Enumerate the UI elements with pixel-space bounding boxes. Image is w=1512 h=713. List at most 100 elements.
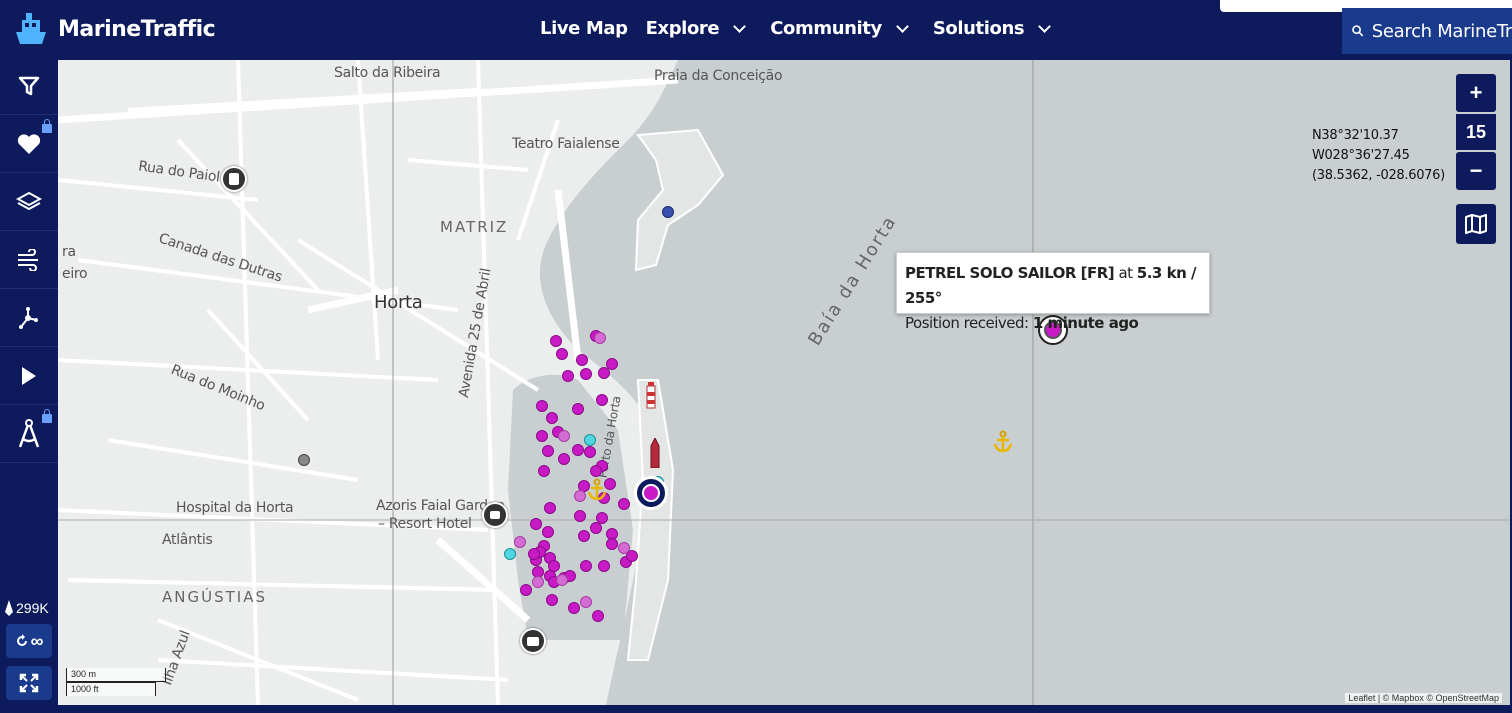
vessel-marker[interactable]	[546, 594, 558, 606]
label-angustias: ANGÚSTIAS	[162, 588, 267, 606]
filter-icon	[18, 76, 40, 96]
chevron-down-icon	[1038, 20, 1052, 33]
vessel-marker[interactable]	[530, 518, 542, 530]
poi-hotel-icon[interactable]	[482, 502, 508, 528]
vessel-marker[interactable]	[580, 560, 592, 572]
zoom-out-button[interactable]: −	[1456, 152, 1496, 190]
filter-button[interactable]	[0, 58, 58, 115]
vessel-marker[interactable]	[572, 444, 584, 456]
vessel-marker[interactable]	[542, 445, 554, 457]
vessel-marker[interactable]	[606, 538, 618, 550]
tooltip-at: at	[1118, 264, 1133, 282]
vessel-marker[interactable]	[556, 574, 568, 586]
vessel-marker[interactable]	[576, 354, 588, 366]
anchor-icon[interactable]	[992, 430, 1014, 454]
nav-community[interactable]: Community	[770, 18, 915, 39]
vessel-marker[interactable]	[542, 526, 554, 538]
route-icon	[19, 307, 38, 329]
vessel-marker[interactable]	[536, 430, 548, 442]
nav-solutions[interactable]: Solutions	[933, 18, 1057, 39]
layers-icon	[16, 191, 42, 211]
vessel-marker[interactable]	[572, 403, 584, 415]
vessel-marker[interactable]	[598, 367, 610, 379]
vessel-marker[interactable]	[662, 206, 674, 218]
vessel-marker[interactable]	[592, 610, 604, 622]
label-azoris-2: – Resort Hotel	[378, 516, 472, 532]
vessel-marker[interactable]	[520, 584, 532, 596]
vessel-marker[interactable]	[544, 502, 556, 514]
nav-community-label: Community	[770, 18, 882, 39]
vessel-marker[interactable]	[514, 536, 526, 548]
map-attribution[interactable]: Leaflet | © Mapbox © OpenStreetMap	[1345, 693, 1502, 703]
compass-icon	[18, 419, 40, 448]
playback-button[interactable]	[0, 348, 58, 405]
nav-live-map-label: Live Map	[540, 18, 628, 39]
vessel-marker[interactable]	[532, 576, 544, 588]
coord-lon: W028°36'27.45	[1312, 148, 1410, 163]
vessel-marker[interactable]	[550, 335, 562, 347]
vessel-marker[interactable]	[574, 510, 586, 522]
lock-icon	[42, 119, 52, 133]
port-icon[interactable]	[634, 476, 668, 510]
wind-icon	[18, 249, 38, 271]
scale-metric: 300 m	[66, 668, 166, 682]
label-atlantis: Atlântis	[162, 532, 213, 548]
weather-button[interactable]	[0, 232, 58, 289]
vessel-marker[interactable]	[556, 348, 568, 360]
vessel-marker[interactable]	[536, 400, 548, 412]
live-map[interactable]: Salto da Ribeira Praia da Conceição Teat…	[58, 60, 1510, 705]
vessel-count: 299K	[4, 600, 49, 616]
poi-shop-icon[interactable]	[520, 628, 546, 654]
cursor-coordinates: N38°32'10.37 W028°36'27.45 (38.5362, -02…	[1312, 126, 1445, 186]
route-button[interactable]	[0, 290, 58, 347]
top-navigation-bar: MarineTraffic Live Map Explore Community…	[0, 0, 1512, 58]
vessel-marker[interactable]	[546, 412, 558, 424]
vessel-marker[interactable]	[598, 560, 610, 572]
vessel-arrow-icon[interactable]	[650, 438, 660, 468]
vessel-marker[interactable]	[580, 596, 592, 608]
nav-live-map[interactable]: Live Map	[540, 18, 628, 39]
vessel-marker[interactable]	[558, 453, 570, 465]
vessel-marker[interactable]	[298, 454, 310, 466]
tooltip-vessel-name[interactable]: PETREL SOLO SAILOR [FR]	[905, 264, 1115, 282]
zoom-in-button[interactable]: +	[1456, 74, 1496, 112]
vessel-marker[interactable]	[548, 560, 560, 572]
vessel-marker[interactable]	[594, 332, 606, 344]
layers-button[interactable]	[0, 174, 58, 231]
vessel-marker[interactable]	[618, 498, 630, 510]
favorites-button[interactable]	[0, 116, 58, 173]
vessel-marker[interactable]	[504, 548, 516, 560]
search-input[interactable]: Search MarineTr	[1342, 8, 1512, 54]
measure-button[interactable]	[0, 406, 58, 463]
vessel-marker[interactable]	[528, 548, 540, 560]
map-type-button[interactable]	[1456, 204, 1496, 244]
anchor-icon[interactable]	[586, 478, 608, 502]
vessel-marker[interactable]	[562, 370, 574, 382]
vessel-marker[interactable]	[580, 368, 592, 380]
map-icon	[1465, 214, 1487, 234]
vessel-marker[interactable]	[538, 465, 550, 477]
vessel-marker[interactable]	[568, 602, 580, 614]
play-icon	[22, 367, 36, 385]
vessel-marker[interactable]	[584, 434, 596, 446]
vessel-marker[interactable]	[590, 465, 602, 477]
vessel-marker[interactable]	[578, 530, 590, 542]
coord-lat: N38°32'10.37	[1312, 128, 1399, 143]
vessel-marker[interactable]	[596, 394, 608, 406]
nav-explore[interactable]: Explore	[646, 18, 753, 39]
fullscreen-icon	[19, 673, 39, 693]
brand-logo[interactable]: MarineTraffic	[10, 10, 216, 48]
fullscreen-button[interactable]	[6, 666, 52, 700]
vessel-marker[interactable]	[590, 522, 602, 534]
vessel-marker[interactable]	[618, 542, 630, 554]
refresh-toggle-button[interactable]: ∞	[6, 624, 52, 658]
label-eiro: eiro	[62, 266, 88, 282]
nav-explore-label: Explore	[645, 18, 720, 39]
poi-fuel-icon[interactable]	[221, 166, 247, 192]
vessel-marker[interactable]	[584, 446, 596, 458]
vessel-marker[interactable]	[558, 430, 570, 442]
vessel-marker[interactable]	[574, 490, 586, 502]
zoom-level: 15	[1456, 114, 1496, 150]
label-salto: Salto da Ribeira	[334, 65, 441, 81]
boat-icon	[5, 600, 13, 616]
